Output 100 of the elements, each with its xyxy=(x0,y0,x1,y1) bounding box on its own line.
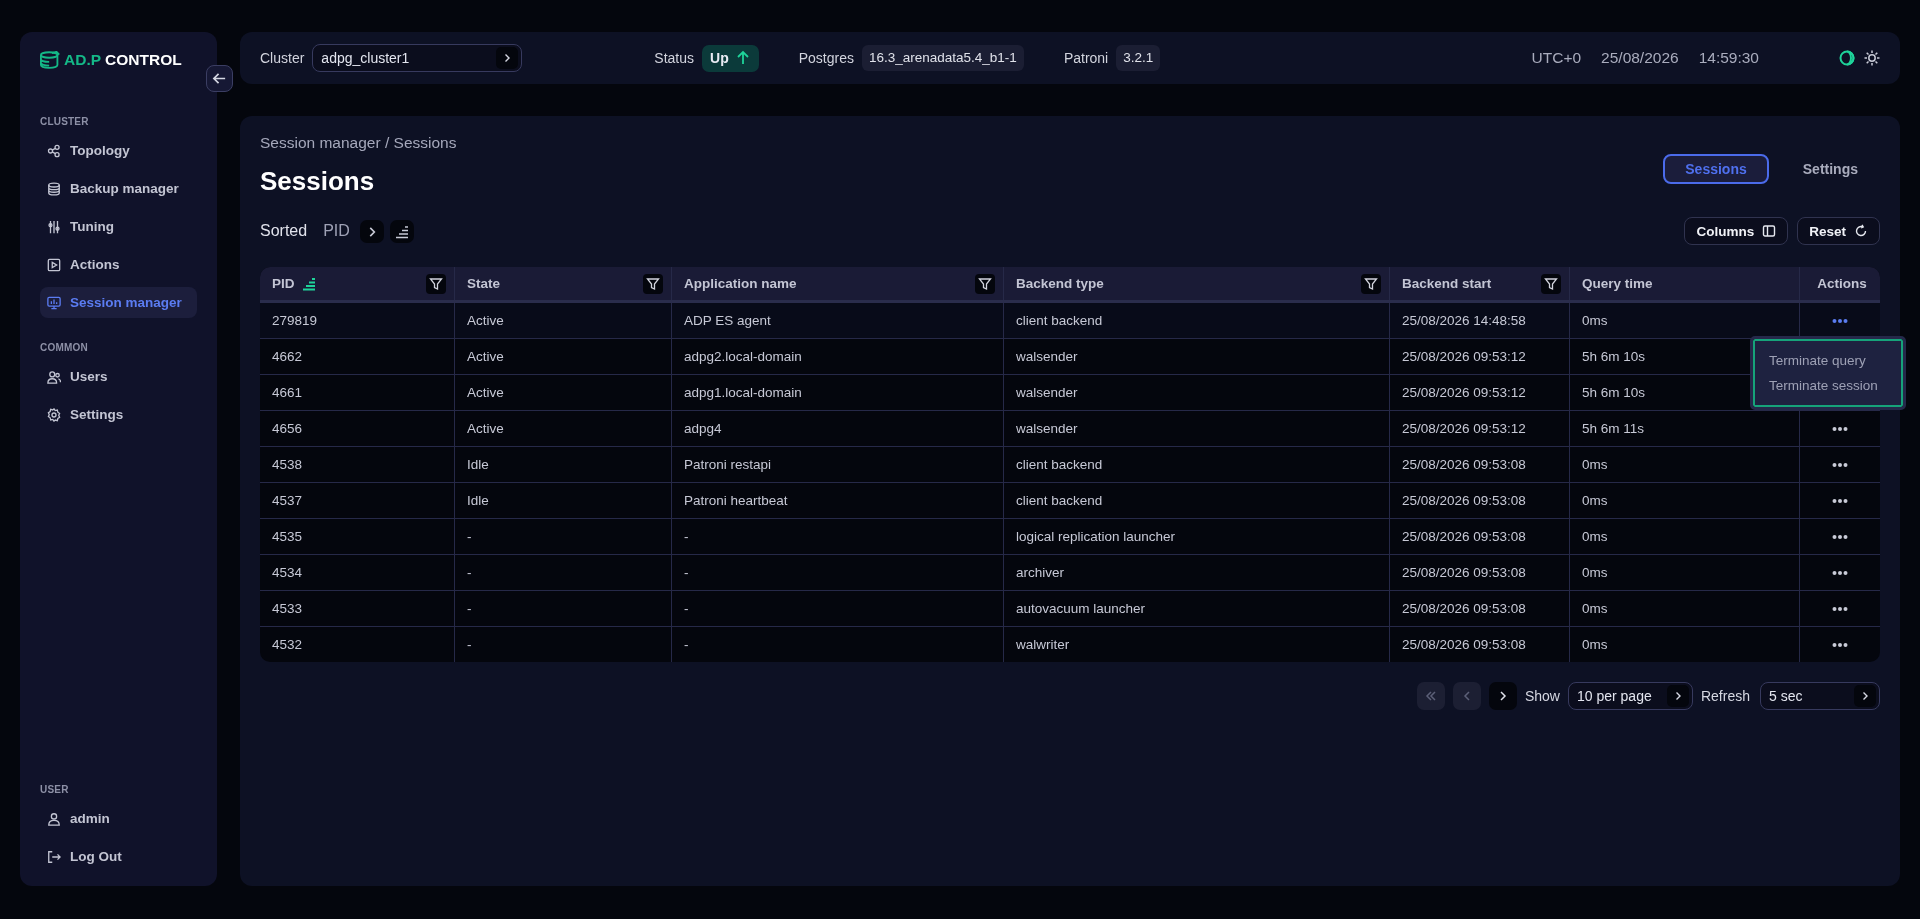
reset-icon xyxy=(1854,224,1868,238)
table-cell: Idle xyxy=(455,483,672,518)
sidebar-item[interactable]: Users xyxy=(40,361,197,392)
table-cell: 25/08/2026 09:53:08 xyxy=(1390,483,1570,518)
table-cell: 25/08/2026 09:53:12 xyxy=(1390,375,1570,410)
table-cell: 25/08/2026 09:53:08 xyxy=(1390,627,1570,662)
column-header[interactable]: Backend start xyxy=(1390,267,1570,300)
tab[interactable]: Settings xyxy=(1780,154,1880,184)
table-cell: 4533 xyxy=(260,591,455,626)
table-cell: client backend xyxy=(1004,303,1390,338)
table-cell: client backend xyxy=(1004,447,1390,482)
date: 25/08/2026 xyxy=(1601,49,1679,67)
filter-button[interactable] xyxy=(975,273,995,294)
table-cell: 0ms xyxy=(1570,555,1800,590)
column-header[interactable]: PID xyxy=(260,267,455,300)
section-title: CLUSTER xyxy=(40,116,90,127)
table-cell: logical replication launcher xyxy=(1004,519,1390,554)
table-cell: archiver xyxy=(1004,555,1390,590)
timezone: UTC+0 xyxy=(1531,49,1582,67)
table-cell: Active xyxy=(455,339,672,374)
user-icon xyxy=(47,811,61,826)
users-icon xyxy=(47,369,61,384)
collapse-button[interactable] xyxy=(206,65,233,92)
sort-direction-button[interactable] xyxy=(389,219,414,243)
sidebar-item[interactable]: Backup manager xyxy=(40,173,197,204)
refresh-select[interactable]: 5 sec xyxy=(1760,682,1880,710)
filter-button[interactable] xyxy=(643,273,663,294)
table-cell: - xyxy=(672,627,1004,662)
table-cell: 0ms xyxy=(1570,519,1800,554)
chevron-right-icon xyxy=(496,47,519,69)
table-cell: walsender xyxy=(1004,339,1390,374)
table-cell: ADP ES agent xyxy=(672,303,1004,338)
table-cell: Active xyxy=(455,375,672,410)
version-badge: 16.3_arenadata5.4_b1-1 xyxy=(862,45,1024,71)
section-title: COMMON xyxy=(40,342,89,353)
table-cell: 4661 xyxy=(260,375,455,410)
table-cell: 25/08/2026 14:48:58 xyxy=(1390,303,1570,338)
double-chevron-left-icon xyxy=(1423,689,1438,703)
table-cell: 4534 xyxy=(260,555,455,590)
table-cell: adpg4 xyxy=(672,411,1004,446)
table-cell: - xyxy=(672,519,1004,554)
sidebar-item[interactable]: admin xyxy=(40,803,197,834)
columns-button[interactable]: Columns xyxy=(1684,217,1789,245)
table-cell: Patroni restapi xyxy=(672,447,1004,482)
table-cell: 25/08/2026 09:53:12 xyxy=(1390,411,1570,446)
table-cell: 0ms xyxy=(1570,483,1800,518)
table-cell: 4656 xyxy=(260,411,455,446)
table-cell: walwriter xyxy=(1004,627,1390,662)
reset-button[interactable]: Reset xyxy=(1797,217,1880,245)
theme-toggle[interactable] xyxy=(1839,50,1880,66)
table-cell: walsender xyxy=(1004,375,1390,410)
table-cell: 279819 xyxy=(260,303,455,338)
logout-icon xyxy=(47,849,61,864)
column-header[interactable]: Query time xyxy=(1570,267,1800,300)
sidebar-item[interactable]: Actions xyxy=(40,249,197,280)
table-cell: - xyxy=(672,555,1004,590)
table-cell: 4532 xyxy=(260,627,455,662)
sort-field: PID xyxy=(323,222,350,240)
column-header[interactable]: Application name xyxy=(672,267,1004,300)
table-cell: 25/08/2026 09:53:08 xyxy=(1390,519,1570,554)
breadcrumb: Session manager / Sessions xyxy=(260,134,457,152)
play-icon xyxy=(47,257,61,272)
table-cell: 0ms xyxy=(1570,447,1800,482)
cluster-select[interactable]: adpg_cluster1 xyxy=(312,44,523,72)
next-page-button[interactable] xyxy=(1488,682,1517,710)
column-header[interactable]: State xyxy=(455,267,672,300)
sort-icon xyxy=(394,224,409,239)
sort-field-button[interactable] xyxy=(359,219,384,243)
table-cell: 5h 6m 11s xyxy=(1570,411,1800,446)
menu-item[interactable]: Terminate query xyxy=(1755,348,1901,373)
tab[interactable]: Sessions xyxy=(1663,154,1769,184)
column-header[interactable]: Backend type xyxy=(1004,267,1390,300)
table-cell: 25/08/2026 09:53:08 xyxy=(1390,591,1570,626)
patroni-label: Patroni xyxy=(1063,50,1109,66)
table-cell: adpg2.local-domain xyxy=(672,339,1004,374)
sidebar-item[interactable]: Settings xyxy=(40,399,197,430)
filter-button[interactable] xyxy=(1361,273,1381,294)
status-label: Status xyxy=(654,50,695,66)
settings-icon xyxy=(47,407,61,422)
chevron-right-icon xyxy=(1666,685,1689,707)
table-cell: 0ms xyxy=(1570,627,1800,662)
column-header[interactable]: Actions xyxy=(1800,267,1880,300)
filter-button[interactable] xyxy=(426,273,446,294)
table-cell: - xyxy=(455,591,672,626)
table-cell: 25/08/2026 09:53:08 xyxy=(1390,447,1570,482)
columns-icon xyxy=(1762,224,1777,238)
page-size-select[interactable]: 10 per page xyxy=(1567,682,1693,710)
table-cell: Idle xyxy=(455,447,672,482)
sidebar-item[interactable]: Session manager xyxy=(40,287,197,318)
topology-icon xyxy=(47,143,61,158)
sidebar-item[interactable]: Log Out xyxy=(40,841,197,872)
menu-item[interactable]: Terminate session xyxy=(1755,373,1901,398)
filter-button[interactable] xyxy=(1541,273,1561,294)
sidebar-item[interactable]: Topology xyxy=(40,135,197,166)
sidebar-item[interactable]: Tuning xyxy=(40,211,197,242)
table-cell: 4662 xyxy=(260,339,455,374)
table-cell: 0ms xyxy=(1570,591,1800,626)
page-title: Sessions xyxy=(260,166,376,197)
sorted-label: Sorted xyxy=(260,222,308,240)
arrow-left-icon xyxy=(212,71,227,86)
